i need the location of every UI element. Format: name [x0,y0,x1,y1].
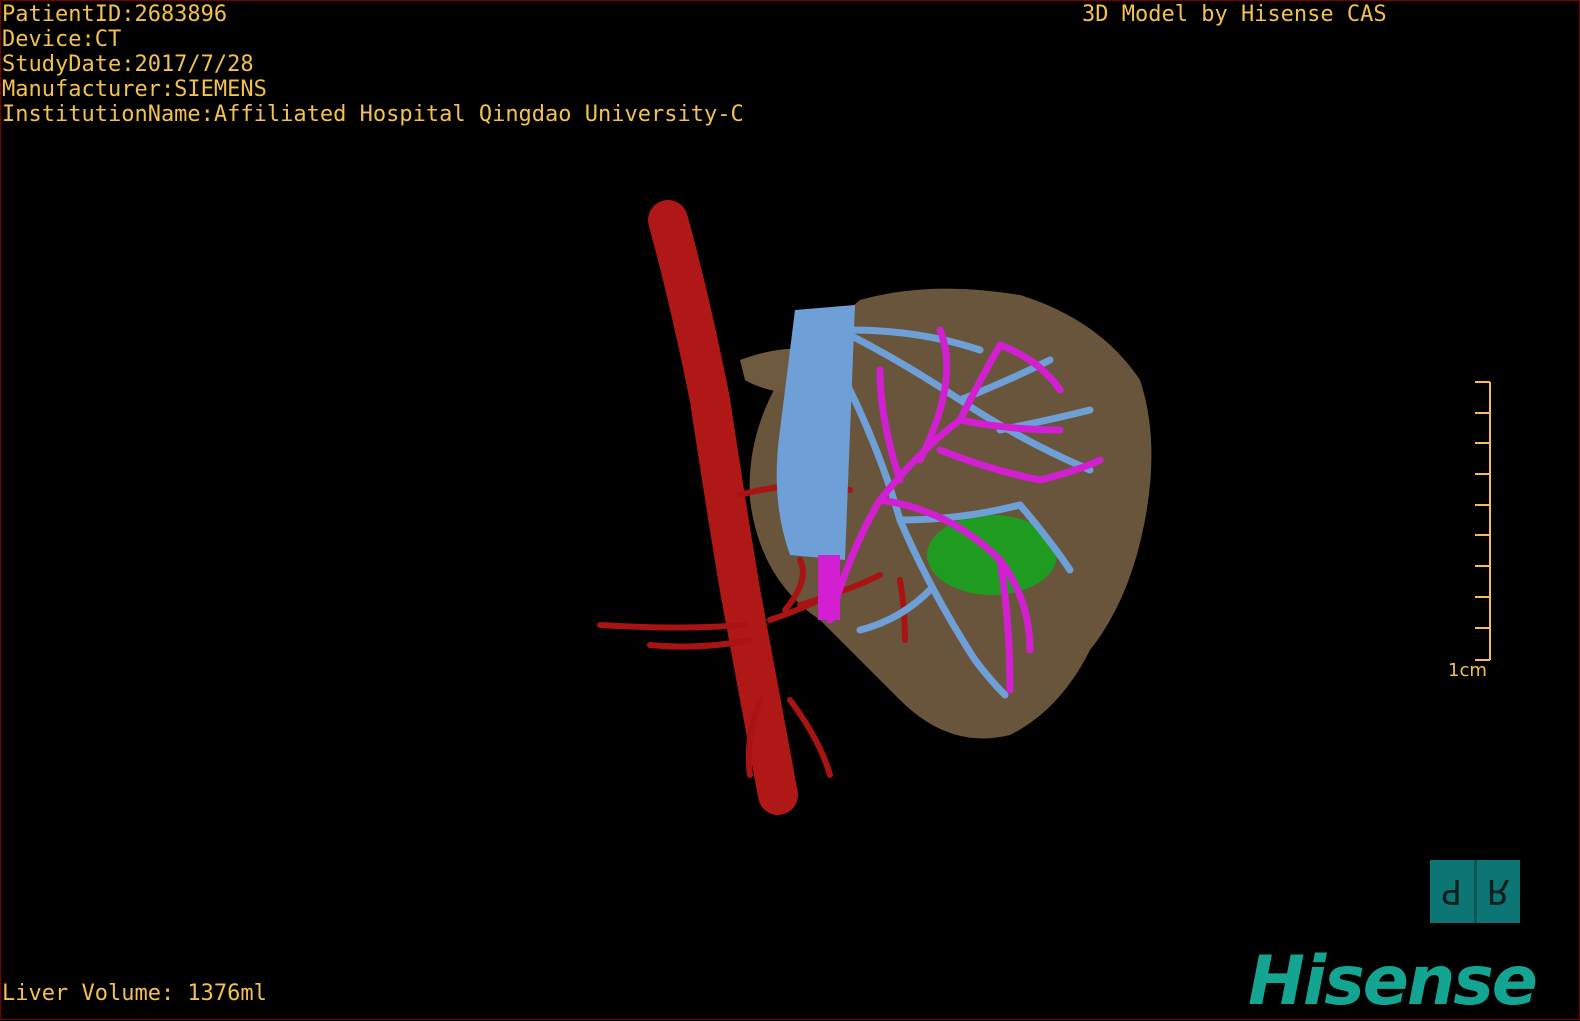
manufacturer: Manufacturer:SIEMENS [2,77,267,102]
device: Device:CT [2,27,122,52]
patient-info-overlay: PatientID:2683896 Device:CT StudyDate:20… [2,2,744,127]
3d-model-viewport[interactable] [0,0,1580,1020]
liver-volume: Liver Volume: 1376ml [2,981,267,1006]
portal-vein-trunk [818,555,840,620]
institution-name: InstitutionName:Affiliated Hospital Qing… [2,102,744,127]
study-date: StudyDate:2017/7/28 [2,52,254,77]
hisense-logo: Hisense [1248,942,1538,1021]
model-credit: 3D Model by Hisense CAS [1082,2,1387,27]
orientation-cube[interactable]: P R [1430,860,1520,923]
scale-bar-label: 1cm [1448,660,1487,681]
patient-id: PatientID:2683896 [2,2,228,27]
orientation-right-face[interactable]: R [1477,860,1521,923]
inferior-vena-cava [776,305,855,560]
orientation-posterior-face[interactable]: P [1430,860,1474,923]
scale-bar [1475,381,1491,661]
